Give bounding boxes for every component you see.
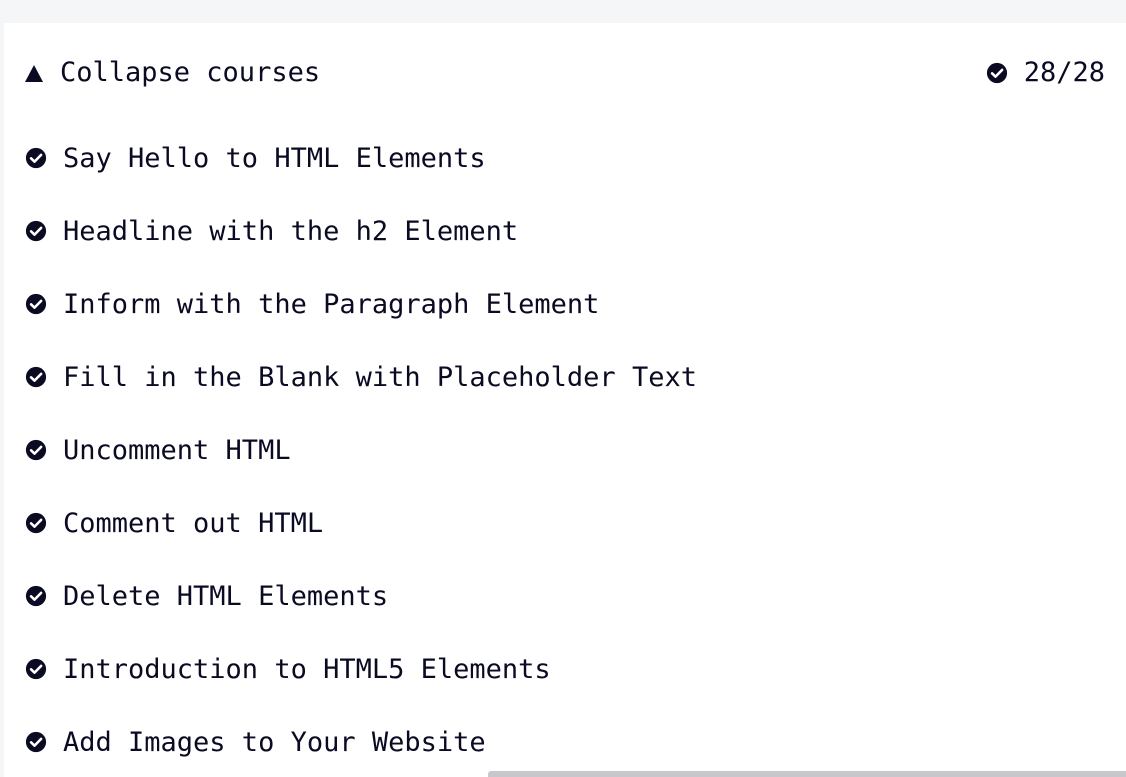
lesson-link[interactable]: Introduction to HTML5 Elements bbox=[63, 654, 551, 685]
check-circle-icon bbox=[25, 220, 47, 242]
collapse-courses-button[interactable]: Collapse courses bbox=[24, 57, 320, 89]
lesson-row[interactable]: Delete HTML Elements bbox=[25, 561, 388, 631]
check-circle-icon bbox=[986, 62, 1007, 84]
lesson-item-6: Comment out HTML bbox=[4, 488, 1126, 561]
lesson-item-3: Inform with the Paragraph Element bbox=[4, 269, 1126, 342]
lesson-item-9: Add Images to Your Website bbox=[4, 707, 1126, 777]
lesson-item-2: Headline with the h2 Element bbox=[4, 196, 1126, 269]
page: Collapse courses 28/28 Say Hello to HTML… bbox=[0, 0, 1126, 777]
lesson-item-7: Delete HTML Elements bbox=[4, 561, 1126, 634]
lesson-link[interactable]: Uncomment HTML bbox=[63, 435, 291, 466]
lesson-link[interactable]: Say Hello to HTML Elements bbox=[63, 143, 486, 174]
progress-indicator: 28/28 bbox=[986, 57, 1105, 89]
lesson-row[interactable]: Say Hello to HTML Elements bbox=[25, 123, 486, 193]
course-header[interactable]: Collapse courses 28/28 bbox=[4, 23, 1126, 123]
lesson-row[interactable]: Fill in the Blank with Placeholder Text bbox=[25, 342, 697, 412]
lesson-link[interactable]: Add Images to Your Website bbox=[63, 727, 486, 758]
lesson-item-4: Fill in the Blank with Placeholder Text bbox=[4, 342, 1126, 415]
lesson-row[interactable]: Headline with the h2 Element bbox=[25, 196, 518, 266]
check-circle-icon bbox=[25, 439, 47, 461]
lesson-item-8: Introduction to HTML5 Elements bbox=[4, 634, 1126, 707]
check-circle-icon bbox=[25, 658, 47, 680]
lesson-link[interactable]: Fill in the Blank with Placeholder Text bbox=[63, 362, 697, 393]
course-panel: Collapse courses 28/28 Say Hello to HTML… bbox=[4, 23, 1126, 777]
check-circle-icon bbox=[25, 293, 47, 315]
check-circle-icon bbox=[25, 585, 47, 607]
triangle-up-icon bbox=[25, 64, 43, 82]
lesson-row[interactable]: Uncomment HTML bbox=[25, 415, 291, 485]
lesson-item-1: Say Hello to HTML Elements bbox=[4, 123, 1126, 196]
collapse-courses-label: Collapse courses bbox=[60, 57, 321, 88]
lesson-list: Say Hello to HTML Elements Headline with… bbox=[4, 123, 1126, 777]
check-circle-icon bbox=[25, 147, 47, 169]
check-circle-icon bbox=[25, 512, 47, 534]
lesson-link[interactable]: Headline with the h2 Element bbox=[63, 216, 518, 247]
check-circle-icon bbox=[25, 366, 47, 388]
lesson-link[interactable]: Comment out HTML bbox=[63, 508, 323, 539]
horizontal-scrollbar[interactable] bbox=[488, 771, 1126, 777]
lesson-row[interactable]: Inform with the Paragraph Element bbox=[25, 269, 599, 339]
lesson-item-5: Uncomment HTML bbox=[4, 415, 1126, 488]
lesson-row[interactable]: Add Images to Your Website bbox=[25, 707, 486, 777]
check-circle-icon bbox=[25, 731, 47, 753]
lesson-row[interactable]: Introduction to HTML5 Elements bbox=[25, 634, 551, 704]
progress-count: 28/28 bbox=[1023, 57, 1105, 88]
lesson-row[interactable]: Comment out HTML bbox=[25, 488, 323, 558]
lesson-link[interactable]: Inform with the Paragraph Element bbox=[63, 289, 599, 320]
lesson-link[interactable]: Delete HTML Elements bbox=[63, 581, 388, 612]
